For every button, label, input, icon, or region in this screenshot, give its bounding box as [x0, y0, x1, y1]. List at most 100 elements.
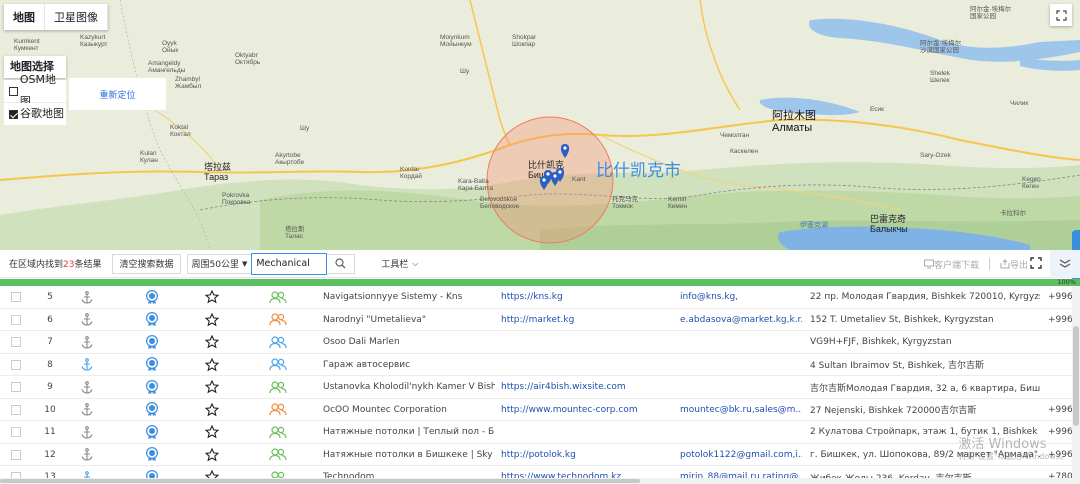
- table-row[interactable]: 9 Ustanovka Kholodil'nykh Kamer V Bish..…: [0, 376, 1080, 399]
- anchor-icon[interactable]: [78, 421, 96, 443]
- expand-table-button[interactable]: [1030, 257, 1042, 272]
- clear-search-button[interactable]: 清空搜索数据: [112, 253, 181, 274]
- row-checkbox[interactable]: [11, 354, 21, 376]
- verified-badge-icon[interactable]: [143, 354, 161, 376]
- contacts-users-icon[interactable]: [268, 376, 288, 398]
- row-checkbox[interactable]: [11, 399, 21, 421]
- verified-badge-icon[interactable]: [143, 399, 161, 421]
- favorite-star-icon[interactable]: [203, 376, 221, 398]
- table-row[interactable]: 8 Гараж автосервис 4 Sultan Ibraimov St,…: [0, 354, 1080, 376]
- row-checkbox[interactable]: [11, 331, 21, 353]
- contacts-users-icon[interactable]: [268, 421, 288, 443]
- watermark-title: 激活 Windows: [958, 437, 1047, 452]
- map-fullscreen-button[interactable]: [1050, 4, 1072, 26]
- tab-map[interactable]: 地图: [4, 4, 45, 30]
- contacts-users-icon[interactable]: [268, 331, 288, 353]
- favorite-star-icon[interactable]: [203, 309, 221, 331]
- table-row[interactable]: 5 Navigatsionnyye Sistemy - Kns https://…: [0, 286, 1080, 309]
- email-link[interactable]: info@kns.kg,: [680, 286, 802, 308]
- customer-download-label: 客户端下载: [933, 260, 979, 271]
- option-osm-map[interactable]: OSM地图: [4, 73, 66, 108]
- contacts-users-icon[interactable]: [268, 354, 288, 376]
- email-link[interactable]: [680, 421, 802, 443]
- favorite-star-icon[interactable]: [203, 331, 221, 353]
- verified-badge-icon[interactable]: [143, 376, 161, 398]
- email-link[interactable]: e.abdasova@market.kg,k.r...: [680, 309, 802, 331]
- table-row[interactable]: 7 Osoo Dali Marlen VG9H+FJF, Bishkek, Ky…: [0, 331, 1080, 354]
- anchor-icon[interactable]: [78, 331, 96, 353]
- favorite-star-icon[interactable]: [203, 444, 221, 466]
- website-link[interactable]: http://market.kg: [501, 309, 673, 331]
- anchor-icon[interactable]: [78, 354, 96, 376]
- google-map-checkbox[interactable]: [9, 109, 18, 119]
- anchor-icon[interactable]: [78, 376, 96, 398]
- email-link[interactable]: mountec@bk.ru,sales@m...: [680, 399, 802, 421]
- collapse-panel-button[interactable]: [1050, 250, 1080, 278]
- option-google-map[interactable]: 谷歌地图: [4, 103, 66, 125]
- website-link[interactable]: https://kns.kg: [501, 286, 673, 308]
- table-horizontal-scrollbar[interactable]: [0, 478, 1072, 484]
- map-markers[interactable]: [0, 0, 1080, 250]
- email-link[interactable]: potolok1122@gmail.com,i...: [680, 444, 802, 466]
- address-text: 152 T. Umetaliev St, Bishkek, Kyrgyzstan: [810, 314, 994, 325]
- table-row[interactable]: 10 OcOO Mountec Corporation http://www.m…: [0, 399, 1080, 421]
- row-checkbox[interactable]: [11, 286, 21, 308]
- anchor-icon[interactable]: [78, 399, 96, 421]
- verified-badge-icon[interactable]: [143, 331, 161, 353]
- google-map-label: 谷歌地图: [20, 107, 64, 120]
- address-text: 4 Sultan Ibraimov St, Bishkek, 吉尔吉斯: [810, 361, 985, 371]
- page: Kumkent Кумкент Kazykurt Казыкурт Oyyk Ойык…: [0, 0, 1080, 484]
- contacts-users-icon[interactable]: [268, 309, 288, 331]
- email-link[interactable]: [680, 331, 802, 353]
- favorite-star-icon[interactable]: [203, 286, 221, 308]
- anchor-icon[interactable]: [78, 286, 96, 308]
- double-chevron-down-icon: [1059, 259, 1071, 268]
- osm-map-checkbox[interactable]: [9, 86, 18, 96]
- website-link[interactable]: http://www.mountec-corp.com: [501, 399, 673, 421]
- map-view[interactable]: Kumkent Кумкент Kazykurt Казыкурт Oyyk Ойык…: [0, 0, 1080, 250]
- company-name: Narodnyi "Umetalieva": [323, 314, 426, 325]
- favorite-star-icon[interactable]: [203, 421, 221, 443]
- map-marker[interactable]: [539, 176, 549, 190]
- contacts-users-icon[interactable]: [268, 399, 288, 421]
- verified-badge-icon[interactable]: [143, 286, 161, 308]
- row-checkbox[interactable]: [11, 309, 21, 331]
- search-button[interactable]: [327, 253, 356, 274]
- table-row[interactable]: 6 Narodnyi "Umetalieva" http://market.kg…: [0, 309, 1080, 331]
- map-marker[interactable]: [560, 144, 570, 158]
- email-link[interactable]: [680, 376, 802, 398]
- contacts-users-icon[interactable]: [268, 444, 288, 466]
- row-checkbox[interactable]: [11, 421, 21, 443]
- scrollbar-thumb[interactable]: [1073, 326, 1079, 426]
- tab-satellite[interactable]: 卫星图像: [45, 4, 108, 30]
- website-link[interactable]: [501, 354, 673, 376]
- table-row[interactable]: 12 Натяжные потолки в Бишкеке | Sky ... …: [0, 444, 1080, 466]
- anchor-icon[interactable]: [78, 444, 96, 466]
- range-select[interactable]: 周围50公里 ▼: [186, 253, 253, 274]
- row-checkbox[interactable]: [11, 376, 21, 398]
- anchor-icon[interactable]: [78, 309, 96, 331]
- relocate-button[interactable]: 重新定位: [69, 78, 166, 110]
- email-link[interactable]: [680, 354, 802, 376]
- website-link[interactable]: http://potolok.kg: [501, 444, 673, 466]
- verified-badge-icon[interactable]: [143, 444, 161, 466]
- scrollbar-thumb[interactable]: [0, 479, 640, 483]
- keyword-search-input[interactable]: Mechanical: [251, 252, 328, 275]
- verified-badge-icon[interactable]: [143, 309, 161, 331]
- customer-download-button[interactable]: 客户端下载: [923, 258, 979, 271]
- expand-icon: [1030, 257, 1042, 269]
- website-link[interactable]: https://air4bish.wixsite.com: [501, 376, 673, 398]
- verified-badge-icon[interactable]: [143, 421, 161, 443]
- website-link[interactable]: [501, 331, 673, 353]
- favorite-star-icon[interactable]: [203, 399, 221, 421]
- table-vertical-scrollbar[interactable]: [1072, 286, 1080, 484]
- export-button[interactable]: 导出: [1000, 258, 1028, 271]
- company-name: Гараж автосервис: [323, 359, 411, 370]
- table-row[interactable]: 11 Натяжные потолки | Теплый пол - Б... …: [0, 421, 1080, 444]
- result-suffix: 条结果: [74, 260, 102, 270]
- website-link[interactable]: [501, 421, 673, 443]
- tools-menu[interactable]: 工具栏 ⌵: [381, 257, 418, 271]
- favorite-star-icon[interactable]: [203, 354, 221, 376]
- row-checkbox[interactable]: [11, 444, 21, 466]
- contacts-users-icon[interactable]: [268, 286, 288, 308]
